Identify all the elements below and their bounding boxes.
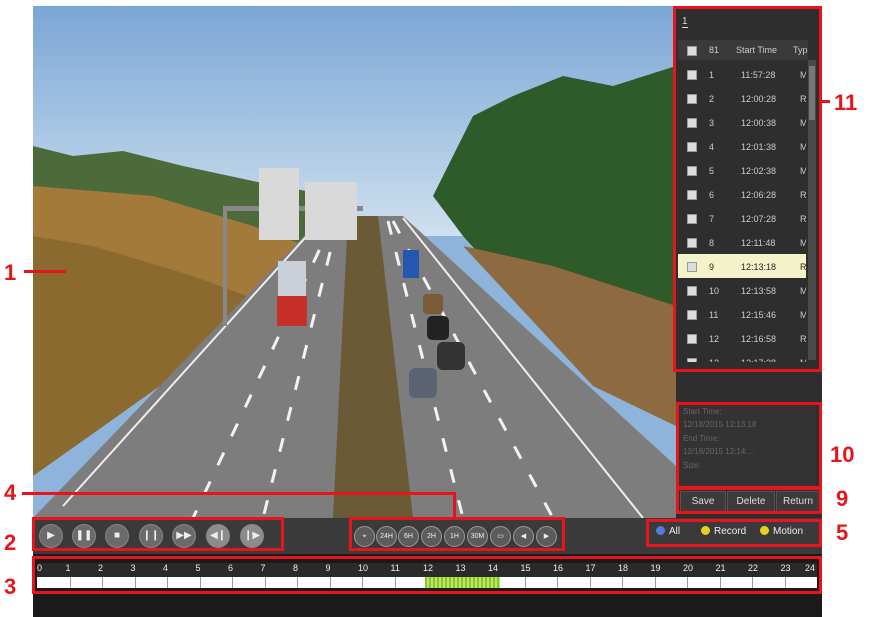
annotation-label-11: 11: [834, 90, 858, 115]
annotation-box-5: [646, 519, 822, 547]
annotation-label-9: 9: [836, 486, 849, 511]
annotation-label-10: 10: [830, 442, 855, 467]
annotation-label-2: 2: [4, 530, 17, 555]
annotation-box-2: [32, 517, 284, 551]
annotation-box-3: [32, 556, 822, 594]
annotation-box-11: [673, 6, 822, 372]
annotation-line-11: [820, 100, 830, 103]
video-playback-area[interactable]: [33, 6, 676, 518]
annotation-line-4-v: [453, 492, 456, 517]
annotation-label-5: 5: [836, 520, 849, 545]
annotation-label-4: 4: [4, 480, 17, 505]
annotation-label-1: 1: [4, 260, 17, 285]
annotation-box-9: [676, 486, 822, 514]
traffic-camera-video-icon: [33, 6, 676, 518]
annotation-line-4-h: [22, 492, 456, 495]
annotation-box-4: [349, 517, 565, 551]
annotation-line-1: [24, 270, 66, 273]
annotation-label-3: 3: [4, 574, 17, 599]
annotation-box-10: [676, 402, 822, 490]
